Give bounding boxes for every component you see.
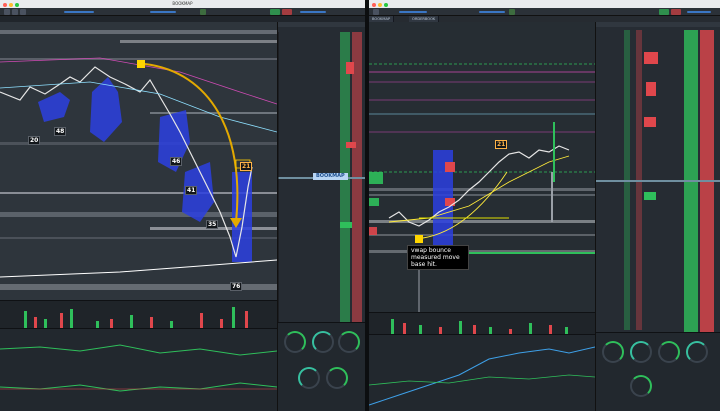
trade-annotation-note[interactable]: vwap bounce measured move base hit. (407, 245, 469, 270)
right-indicator-lines (369, 346, 596, 406)
gear-icon[interactable] (373, 9, 379, 15)
left-window-title: BOOKMAP (172, 1, 193, 6)
left-volume-pane (0, 300, 277, 329)
drawing-icon[interactable] (20, 9, 26, 15)
gear-icon[interactable] (4, 9, 10, 15)
zoom-slider[interactable] (399, 11, 427, 13)
zoom-slider[interactable] (64, 11, 94, 13)
right-gauges-panel (595, 332, 720, 411)
left-volume-bars (24, 307, 248, 329)
buy-button-icon[interactable] (270, 9, 280, 15)
left-dom-svg (278, 22, 365, 322)
bookmap-brand-label: BOOKMAP (313, 173, 348, 180)
left-heatmap-chart[interactable]: 48 20 46 41 21 35 76 (0, 22, 277, 300)
trade-marker-41[interactable]: 41 (185, 186, 198, 195)
annotation-line-3: base hit. (411, 261, 437, 268)
right-gauge-4 (686, 341, 708, 363)
left-title-bar: BOOKMAP (0, 0, 365, 8)
right-indicator-pane (369, 334, 596, 411)
size-slider[interactable] (687, 11, 711, 13)
left-gauge-4 (298, 367, 320, 389)
left-gauge-3 (338, 331, 360, 353)
zoom-dot-icon[interactable] (384, 3, 388, 7)
trade-marker-46[interactable]: 46 (170, 157, 183, 166)
trade-marker-20[interactable]: 20 (28, 136, 41, 145)
annotation-line-2: measured move (411, 254, 460, 261)
minimize-dot-icon[interactable] (378, 3, 382, 7)
right-volume-bars (391, 319, 568, 335)
annotation-line-1: vwap bounce (411, 247, 451, 254)
record-icon[interactable] (200, 9, 206, 15)
close-dot-icon[interactable] (372, 3, 376, 7)
sell-button-icon[interactable] (671, 9, 681, 15)
left-dom-ladder[interactable]: BOOKMAP (277, 22, 365, 322)
sell-button-icon[interactable] (282, 9, 292, 15)
contrast-slider[interactable] (150, 11, 176, 13)
left-gauges-panel (277, 322, 365, 411)
trade-marker-21[interactable]: 21 (240, 162, 253, 171)
right-gauge-3 (658, 341, 680, 363)
contrast-slider[interactable] (479, 11, 505, 13)
close-dot-icon[interactable] (3, 3, 7, 7)
left-gauge-1 (284, 331, 306, 353)
right-title-bar (369, 0, 720, 8)
right-bookmap-window: BOOKMAP ORDERBOOK 21 vwap bounce measure… (369, 0, 720, 411)
trade-marker-21-right[interactable]: 21 (495, 140, 508, 149)
trade-marker-35[interactable]: 35 (206, 220, 219, 229)
right-toolbar (369, 8, 720, 16)
right-gauge-1 (602, 341, 624, 363)
left-heatmap-svg (0, 30, 277, 290)
minimize-dot-icon[interactable] (9, 3, 13, 7)
right-volume-pane (369, 312, 595, 335)
left-gauge-2 (312, 331, 334, 353)
right-gauge-2 (630, 341, 652, 363)
zoom-dot-icon[interactable] (15, 3, 19, 7)
left-gauge-5 (326, 367, 348, 389)
buy-button-icon[interactable] (659, 9, 669, 15)
right-dom-ladder[interactable] (595, 22, 720, 332)
left-toolbar (0, 8, 365, 16)
right-heatmap-svg (369, 22, 595, 312)
trade-marker-48[interactable]: 48 (54, 127, 67, 136)
left-bookmap-window: BOOKMAP 48 20 46 41 21 35 76 BOOKMAP (0, 0, 365, 411)
right-gauge-5 (630, 375, 652, 397)
left-indicator-pane (0, 328, 278, 411)
layout-icon[interactable] (12, 9, 18, 15)
size-slider[interactable] (300, 11, 326, 13)
left-indicator-lines (0, 344, 278, 392)
right-heatmap-chart[interactable]: 21 (369, 22, 595, 312)
record-icon[interactable] (509, 9, 515, 15)
trade-marker-76[interactable]: 76 (230, 282, 243, 291)
right-dom-svg (596, 22, 720, 332)
